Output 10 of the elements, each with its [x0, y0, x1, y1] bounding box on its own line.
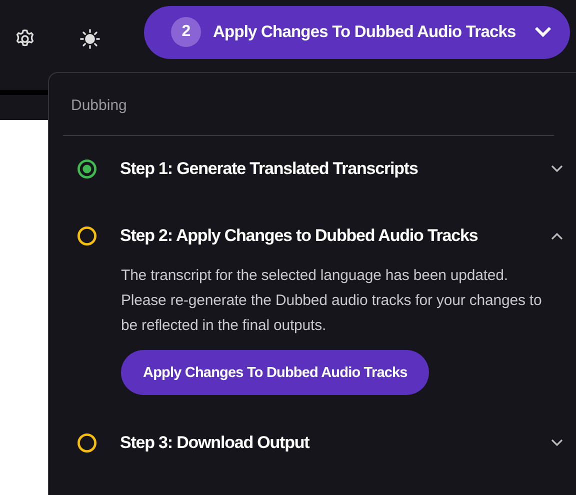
step-description: The transcript for the selected language has been updated. Please re-generate the Dubbed audio tracks for your changes to be reflected in the final outputs.: [121, 266, 543, 336]
chevron-down-icon: [534, 26, 552, 38]
menu-title: Dubbing: [70, 96, 128, 116]
sun-icon[interactable]: [79, 28, 101, 50]
apply-changes-button[interactable]: Apply Changes To Dubbed Audio Tracks: [121, 350, 430, 395]
step-header[interactable]: Step 3: Download Output: [77, 424, 563, 462]
step-count-badge: 2: [171, 17, 201, 47]
apply-changes-dropdown-button[interactable]: 2 Apply Changes To Dubbed Audio Tracks: [144, 6, 570, 58]
step-header[interactable]: Step 2: Apply Changes to Dubbed Audio Tracks: [77, 217, 563, 255]
step-header[interactable]: Step 1: Generate Translated Transcripts: [77, 150, 563, 188]
